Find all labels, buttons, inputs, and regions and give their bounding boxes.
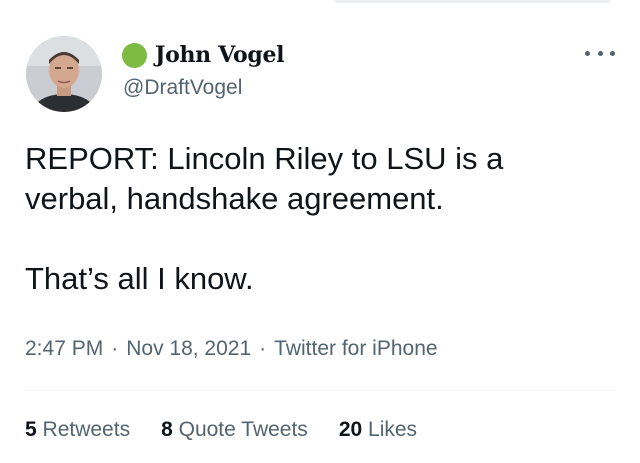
tweet-line: REPORT: Lincoln Riley to LSU is a — [25, 141, 504, 176]
more-icon[interactable] — [585, 46, 615, 60]
likes-stat[interactable]: 20 Likes — [339, 418, 417, 442]
meta-separator: · — [259, 337, 267, 360]
display-name[interactable]: John Vogel — [155, 42, 285, 68]
tweet-source[interactable]: Twitter for iPhone — [274, 337, 437, 360]
likes-label: Likes — [368, 418, 418, 441]
retweets-label: Retweets — [42, 418, 131, 441]
avatar[interactable] — [26, 36, 102, 112]
tweet-text: REPORT: Lincoln Riley to LSU is a verbal… — [25, 139, 615, 299]
likes-count: 20 — [338, 418, 363, 441]
tweet-line: That’s all I know. — [25, 261, 254, 296]
tweet-meta: 2:47 PM · Nov 18, 2021 · Twitter for iPhone — [25, 337, 438, 361]
tweet-line: verbal, handshake agreement. — [25, 181, 444, 216]
user-handle[interactable]: @DraftVogel — [123, 76, 242, 100]
avatar-image — [26, 36, 102, 112]
green-dot-icon — [122, 42, 147, 68]
quote-tweets-label: Quote Tweets — [178, 418, 308, 441]
retweets-count: 5 — [25, 418, 37, 441]
top-border — [335, 0, 610, 3]
tweet-stats: 5 Retweets 8 Quote Tweets 20 Likes — [25, 418, 448, 442]
quote-tweets-count: 8 — [161, 418, 173, 441]
more-dot — [610, 50, 615, 56]
more-dot — [597, 50, 603, 56]
quote-tweets-stat[interactable]: 8 Quote Tweets — [161, 418, 308, 442]
divider — [25, 390, 615, 391]
tweet-time[interactable]: 2:47 PM — [25, 337, 103, 360]
meta-separator: · — [111, 337, 119, 360]
tweet-date[interactable]: Nov 18, 2021 — [126, 337, 251, 360]
more-dot — [585, 50, 590, 56]
name-row[interactable]: John Vogel — [122, 40, 285, 70]
retweets-stat[interactable]: 5 Retweets — [25, 418, 130, 442]
